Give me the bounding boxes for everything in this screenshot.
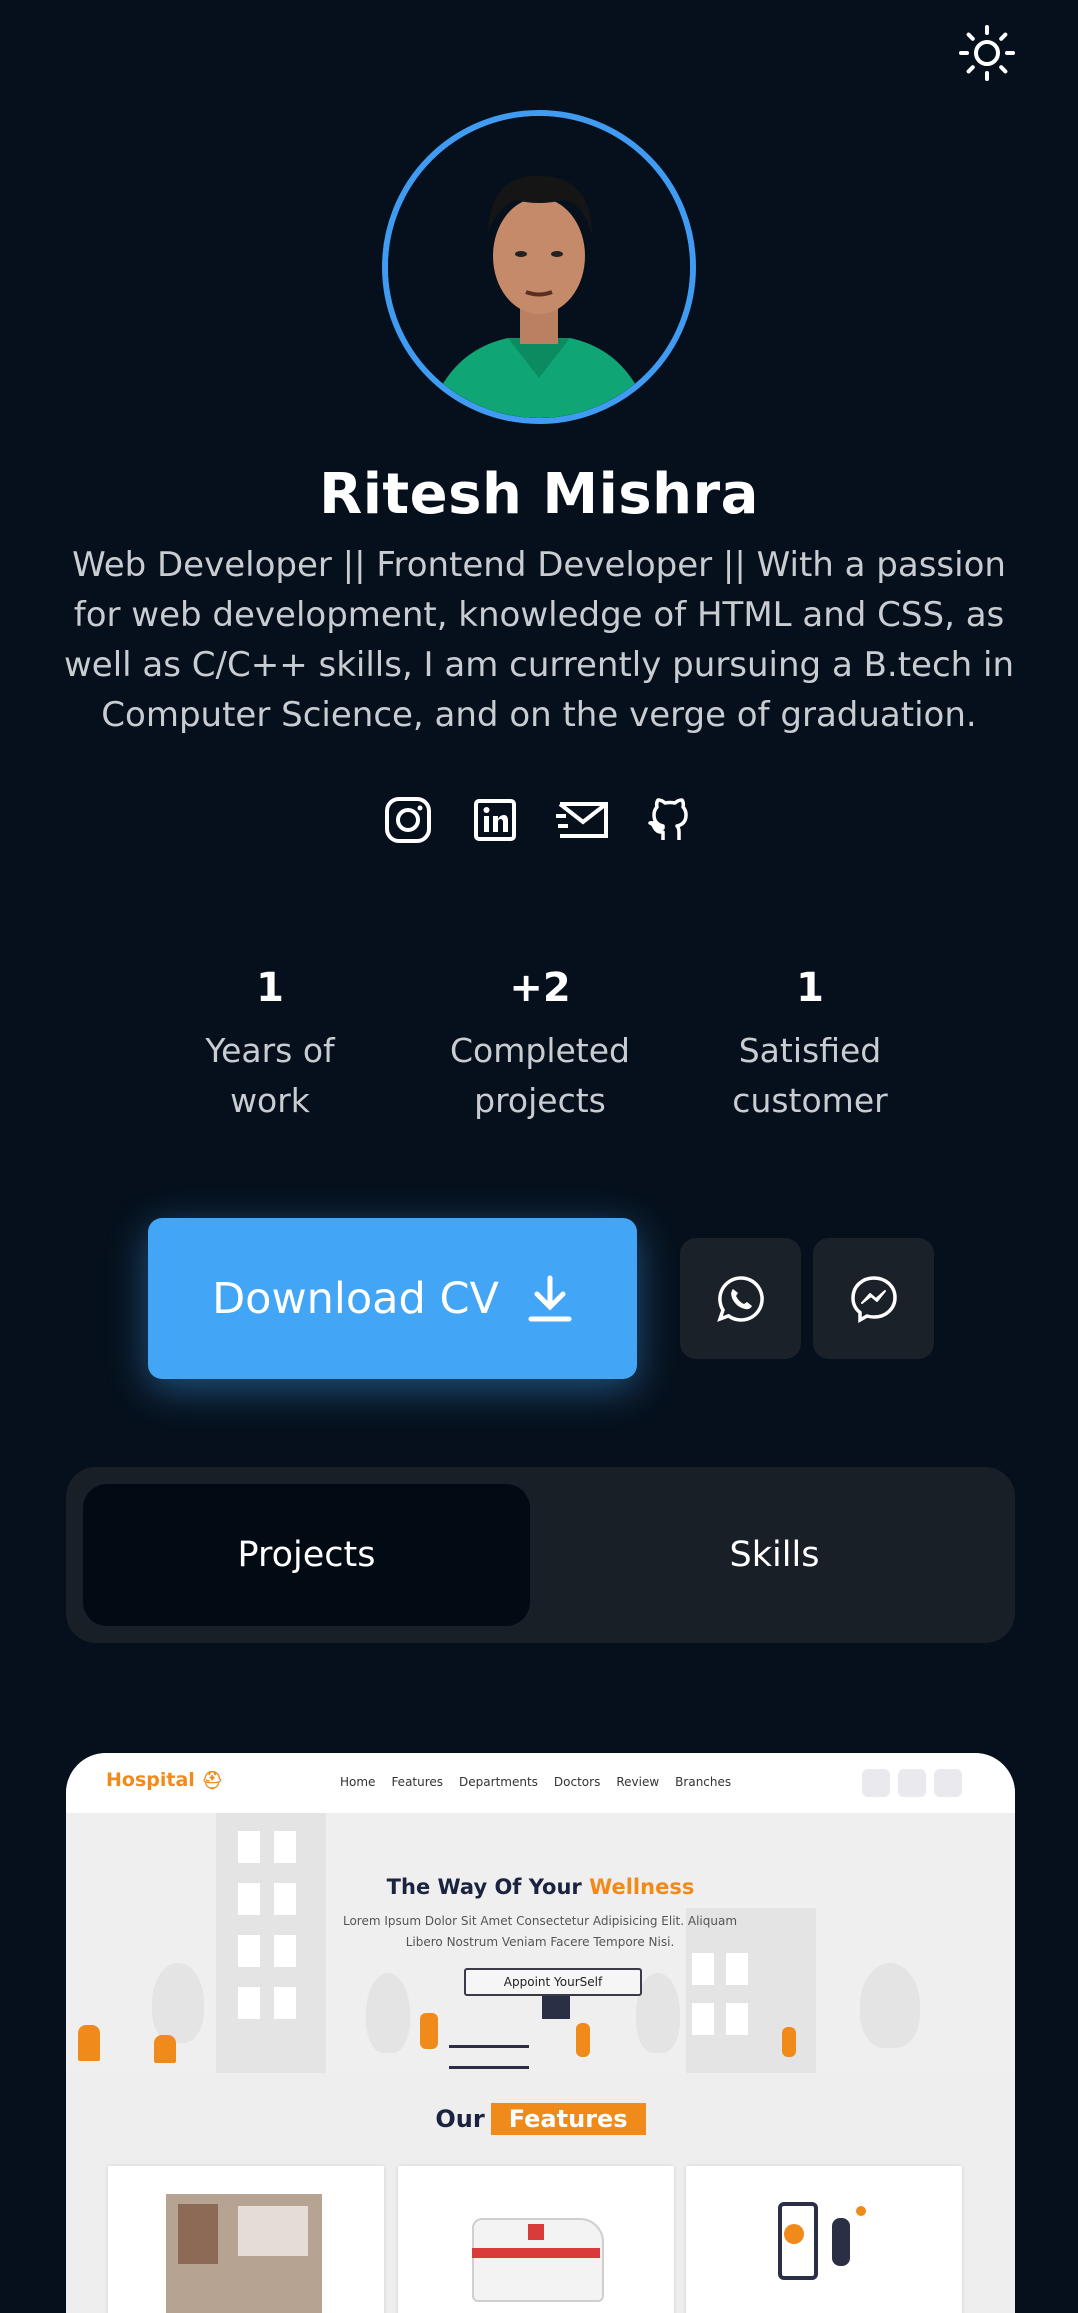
messenger-icon (850, 1275, 897, 1323)
project-preview-title: The Way Of Your Wellness (386, 1875, 695, 1899)
menu-item: Review (616, 1775, 660, 1789)
download-cv-label: Download CV (212, 1273, 499, 1324)
whatsapp-icon (716, 1275, 764, 1322)
linkedin-icon (474, 799, 517, 841)
profile-name: Ritesh Mishra (319, 462, 759, 527)
feature-card (686, 2166, 962, 2313)
download-cv-button[interactable]: Download CV (148, 1218, 637, 1379)
menu-item: Branches (675, 1775, 732, 1789)
tab-bar: Projects Skills (66, 1467, 1015, 1643)
stat-value: 1 (256, 965, 284, 1011)
mail-icon (555, 802, 608, 838)
stat-customers: 1 Satisfied customer (690, 958, 930, 1126)
stat-value: 1 (796, 965, 824, 1011)
social-links (380, 792, 698, 852)
stat-label: Satisfied customer (732, 1031, 888, 1120)
sun-icon (959, 25, 1015, 81)
feature-card (108, 2166, 384, 2313)
feature-card (398, 2166, 674, 2313)
github-icon (648, 798, 688, 840)
stat-label: Completed projects (450, 1031, 630, 1120)
profile-bio: Web Developer || Frontend Developer || W… (63, 545, 1015, 735)
project-preview-features-title: Our Features (66, 2103, 1015, 2135)
whatsapp-button[interactable] (680, 1238, 801, 1359)
truck-icon (898, 1769, 926, 1797)
menu-item: Doctors (553, 1775, 601, 1789)
project-preview-menu: Home Features Departments Doctors Review… (340, 1775, 731, 1789)
stat-label: Years of work (205, 1031, 335, 1120)
download-icon (528, 1275, 572, 1321)
menu-item: Departments (459, 1775, 538, 1789)
stat-years: 1 Years of work (150, 958, 390, 1126)
tab-projects[interactable]: Projects (83, 1484, 530, 1626)
stats: 1 Years of work +2 Completed projects 1 Sa… (150, 958, 930, 1126)
project-preview-appoint-button: Appoint YourSelf (464, 1968, 642, 1996)
linkedin-link[interactable] (467, 792, 523, 848)
avatar (382, 110, 696, 424)
search-icon (862, 1769, 890, 1797)
avatar-photo (388, 116, 690, 418)
project-card[interactable]: Hospital ⛑ Home Features Departments Doc… (66, 1753, 1015, 2313)
project-preview-logo: Hospital ⛑ (106, 1769, 224, 1791)
stat-value: +2 (509, 965, 571, 1011)
instagram-link[interactable] (380, 792, 436, 848)
menu-item: Features (391, 1775, 444, 1789)
tab-skills[interactable]: Skills (551, 1484, 998, 1626)
messenger-button[interactable] (813, 1238, 934, 1359)
project-preview-subtitle: Lorem Ipsum Dolor Sit Amet Consectetur A… (342, 1914, 738, 1949)
email-link[interactable] (555, 792, 611, 848)
project-preview-navbar: Hospital ⛑ Home Features Departments Doc… (66, 1753, 1015, 1813)
github-link[interactable] (642, 792, 698, 848)
theme-toggle-button[interactable] (958, 24, 1016, 82)
stat-projects: +2 Completed projects (420, 958, 660, 1126)
menu-item: Home (340, 1775, 376, 1789)
instagram-icon (385, 797, 431, 843)
user-icon (934, 1769, 962, 1797)
